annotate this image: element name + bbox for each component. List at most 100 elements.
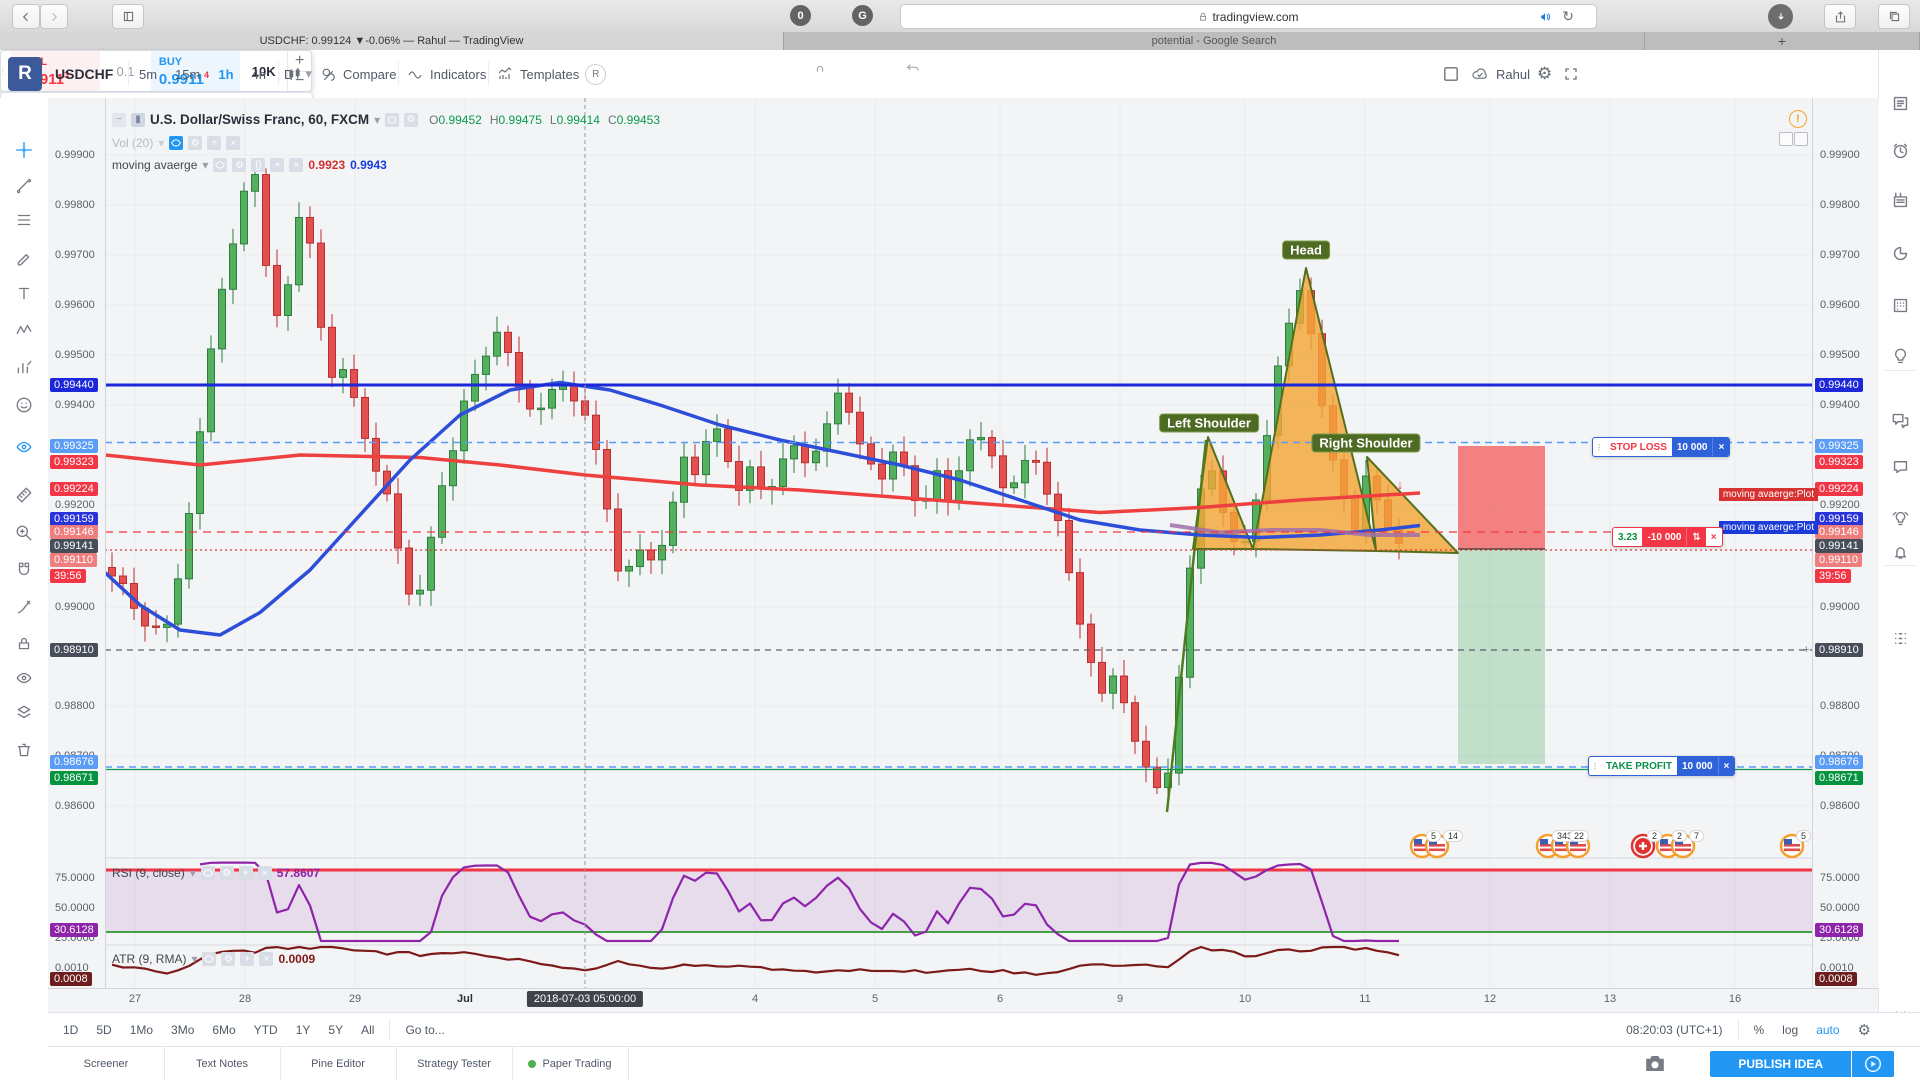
ma-plot-label[interactable]: moving avaerge:Plot bbox=[1719, 488, 1818, 501]
event-count-badge[interactable]: 2 bbox=[1647, 830, 1662, 842]
range-5Y[interactable]: 5Y bbox=[319, 1023, 352, 1037]
pane-settings-icon[interactable] bbox=[1794, 132, 1808, 146]
drag-handle[interactable]: ⋮ bbox=[1589, 757, 1601, 775]
watchlist-panel-icon[interactable] bbox=[1885, 88, 1915, 118]
browser-tab-active[interactable]: USDCHF: 0.99124 ▼-0.06% — Rahul — Tradin… bbox=[0, 32, 784, 50]
range-5D[interactable]: 5D bbox=[87, 1023, 120, 1037]
tree-panel-icon[interactable] bbox=[1885, 623, 1915, 653]
ma-plot-label[interactable]: moving avaerge:Plot bbox=[1719, 521, 1818, 534]
settings-button[interactable]: ⚙ bbox=[1537, 50, 1552, 98]
drag-handle[interactable]: ⋮ bbox=[1593, 438, 1605, 456]
footer-tab-strategy-tester[interactable]: Strategy Tester bbox=[396, 1047, 513, 1080]
forecast-icon[interactable] bbox=[9, 352, 39, 382]
alert-button[interactable] bbox=[812, 62, 828, 76]
event-count-badge[interactable]: 5 bbox=[1426, 830, 1441, 842]
footer-tab-text-notes[interactable]: Text Notes bbox=[164, 1047, 281, 1080]
footer-tab-pine-editor[interactable]: Pine Editor bbox=[280, 1047, 397, 1080]
axis-settings-icon[interactable]: ⚙ bbox=[1849, 1021, 1880, 1039]
event-count-badge[interactable]: 14 bbox=[1443, 830, 1463, 842]
show-objects-icon[interactable] bbox=[9, 663, 39, 693]
footer-tab-screener[interactable]: Screener bbox=[48, 1047, 165, 1080]
drawing-icon[interactable] bbox=[9, 592, 39, 622]
forward-button[interactable] bbox=[40, 4, 68, 29]
right-shoulder-label[interactable]: Right Shoulder bbox=[1311, 434, 1420, 453]
brush-icon[interactable] bbox=[9, 242, 39, 272]
gear-icon[interactable]: ⚙ bbox=[404, 113, 418, 127]
bell-icon[interactable] bbox=[1885, 536, 1915, 566]
add-icon[interactable]: + bbox=[207, 136, 221, 150]
share-icon[interactable] bbox=[1824, 4, 1856, 29]
alarm-icon[interactable] bbox=[1885, 136, 1915, 166]
auto-scale-button[interactable]: auto bbox=[1807, 1023, 1848, 1037]
new-tab-button[interactable]: + bbox=[1645, 32, 1920, 50]
collapse-icon[interactable]: − bbox=[112, 113, 126, 127]
text-icon[interactable] bbox=[9, 278, 39, 308]
compare-button[interactable]: Compare bbox=[320, 50, 396, 98]
trendline-icon[interactable] bbox=[9, 170, 39, 200]
close-icon[interactable]: × bbox=[259, 952, 273, 966]
goto-button[interactable]: Go to... bbox=[396, 1023, 453, 1037]
back-button[interactable] bbox=[12, 4, 40, 29]
close-icon[interactable]: × bbox=[226, 136, 240, 150]
symbol-button[interactable]: USDCHF bbox=[55, 50, 113, 98]
chart-style-button[interactable] bbox=[286, 50, 303, 98]
download-icon[interactable] bbox=[1768, 4, 1793, 29]
range-1Y[interactable]: 1Y bbox=[287, 1023, 320, 1037]
text-notes-icon[interactable] bbox=[1885, 185, 1915, 215]
legend-dropdown-icon[interactable]: ▾ bbox=[374, 113, 380, 127]
add-icon[interactable]: + bbox=[240, 952, 254, 966]
eye-icon[interactable] bbox=[385, 113, 399, 127]
sidebar-toggle-icon[interactable] bbox=[112, 4, 144, 29]
extension-icon[interactable]: 0 bbox=[790, 5, 811, 26]
idea-icon[interactable] bbox=[1885, 341, 1915, 371]
close-icon[interactable]: × bbox=[1718, 757, 1735, 775]
take-profit-qty[interactable]: 10 000 bbox=[1677, 757, 1718, 775]
maximize-pane-icon[interactable] bbox=[1779, 132, 1793, 146]
range-1D[interactable]: 1D bbox=[54, 1023, 87, 1037]
object-tree-icon[interactable] bbox=[9, 698, 39, 728]
interval-15m[interactable]: 15m bbox=[169, 67, 206, 82]
event-count-badge[interactable]: 7 bbox=[1689, 830, 1704, 842]
zoom-icon[interactable] bbox=[9, 518, 39, 548]
close-icon[interactable]: × bbox=[258, 866, 272, 880]
reverse-icon[interactable]: ⇅ bbox=[1686, 528, 1705, 546]
time-axis[interactable]: 272829Jul456910111213162018-07-03 05:00:… bbox=[48, 988, 1878, 1013]
range-All[interactable]: All bbox=[352, 1023, 383, 1037]
position-widget[interactable]: 3.23 -10 000 ⇅ × bbox=[1612, 527, 1723, 547]
fib-icon[interactable] bbox=[9, 205, 39, 235]
interval-5m[interactable]: 5m bbox=[133, 67, 163, 82]
take-profit-widget[interactable]: ⋮ TAKE PROFIT 10 000 × bbox=[1588, 756, 1735, 776]
interval-4h[interactable]: 4h bbox=[246, 67, 272, 82]
replay-button[interactable] bbox=[905, 62, 921, 76]
range-6Mo[interactable]: 6Mo bbox=[203, 1023, 244, 1037]
warning-icon[interactable]: ! bbox=[1789, 110, 1807, 128]
emoji-icon[interactable] bbox=[9, 390, 39, 420]
chart-canvas[interactable]: ↓ bbox=[105, 98, 1812, 988]
templates-button[interactable]: Templates R bbox=[496, 50, 606, 98]
event-count-badge[interactable]: 2 bbox=[1672, 830, 1687, 842]
position-qty[interactable]: -10 000 bbox=[1642, 528, 1686, 546]
close-icon[interactable]: × bbox=[1706, 528, 1722, 546]
gear-icon[interactable]: ⚙ bbox=[232, 158, 246, 172]
calendar-icon[interactable] bbox=[1885, 290, 1915, 320]
snapshot-icon[interactable] bbox=[1644, 1054, 1666, 1078]
add-icon[interactable]: + bbox=[270, 158, 284, 172]
range-1Mo[interactable]: 1Mo bbox=[121, 1023, 162, 1037]
hide-drawings-icon[interactable] bbox=[9, 432, 39, 462]
event-count-badge[interactable]: 5 bbox=[1796, 830, 1811, 842]
event-count-badge[interactable]: 22 bbox=[1569, 830, 1589, 842]
eye-icon[interactable] bbox=[169, 136, 183, 150]
indicators-button[interactable]: Indicators bbox=[406, 50, 486, 98]
layout-button[interactable] bbox=[1442, 50, 1460, 98]
chat-icon[interactable] bbox=[1885, 451, 1915, 481]
stop-loss-widget[interactable]: ⋮ STOP LOSS 10 000 × bbox=[1592, 437, 1730, 457]
address-bar[interactable]: tradingview.com ↻ bbox=[900, 4, 1597, 29]
interval-dropdown-icon[interactable]: ▾ bbox=[305, 66, 312, 82]
audio-icon[interactable] bbox=[1538, 11, 1552, 23]
eye-icon[interactable] bbox=[213, 158, 227, 172]
percent-scale-button[interactable]: % bbox=[1745, 1023, 1774, 1037]
publish-options-icon[interactable] bbox=[1852, 1051, 1894, 1077]
gear-icon[interactable]: ⚙ bbox=[188, 136, 202, 150]
browser-tab-inactive[interactable]: potential - Google Search bbox=[784, 32, 1645, 50]
measure-icon[interactable] bbox=[9, 480, 39, 510]
